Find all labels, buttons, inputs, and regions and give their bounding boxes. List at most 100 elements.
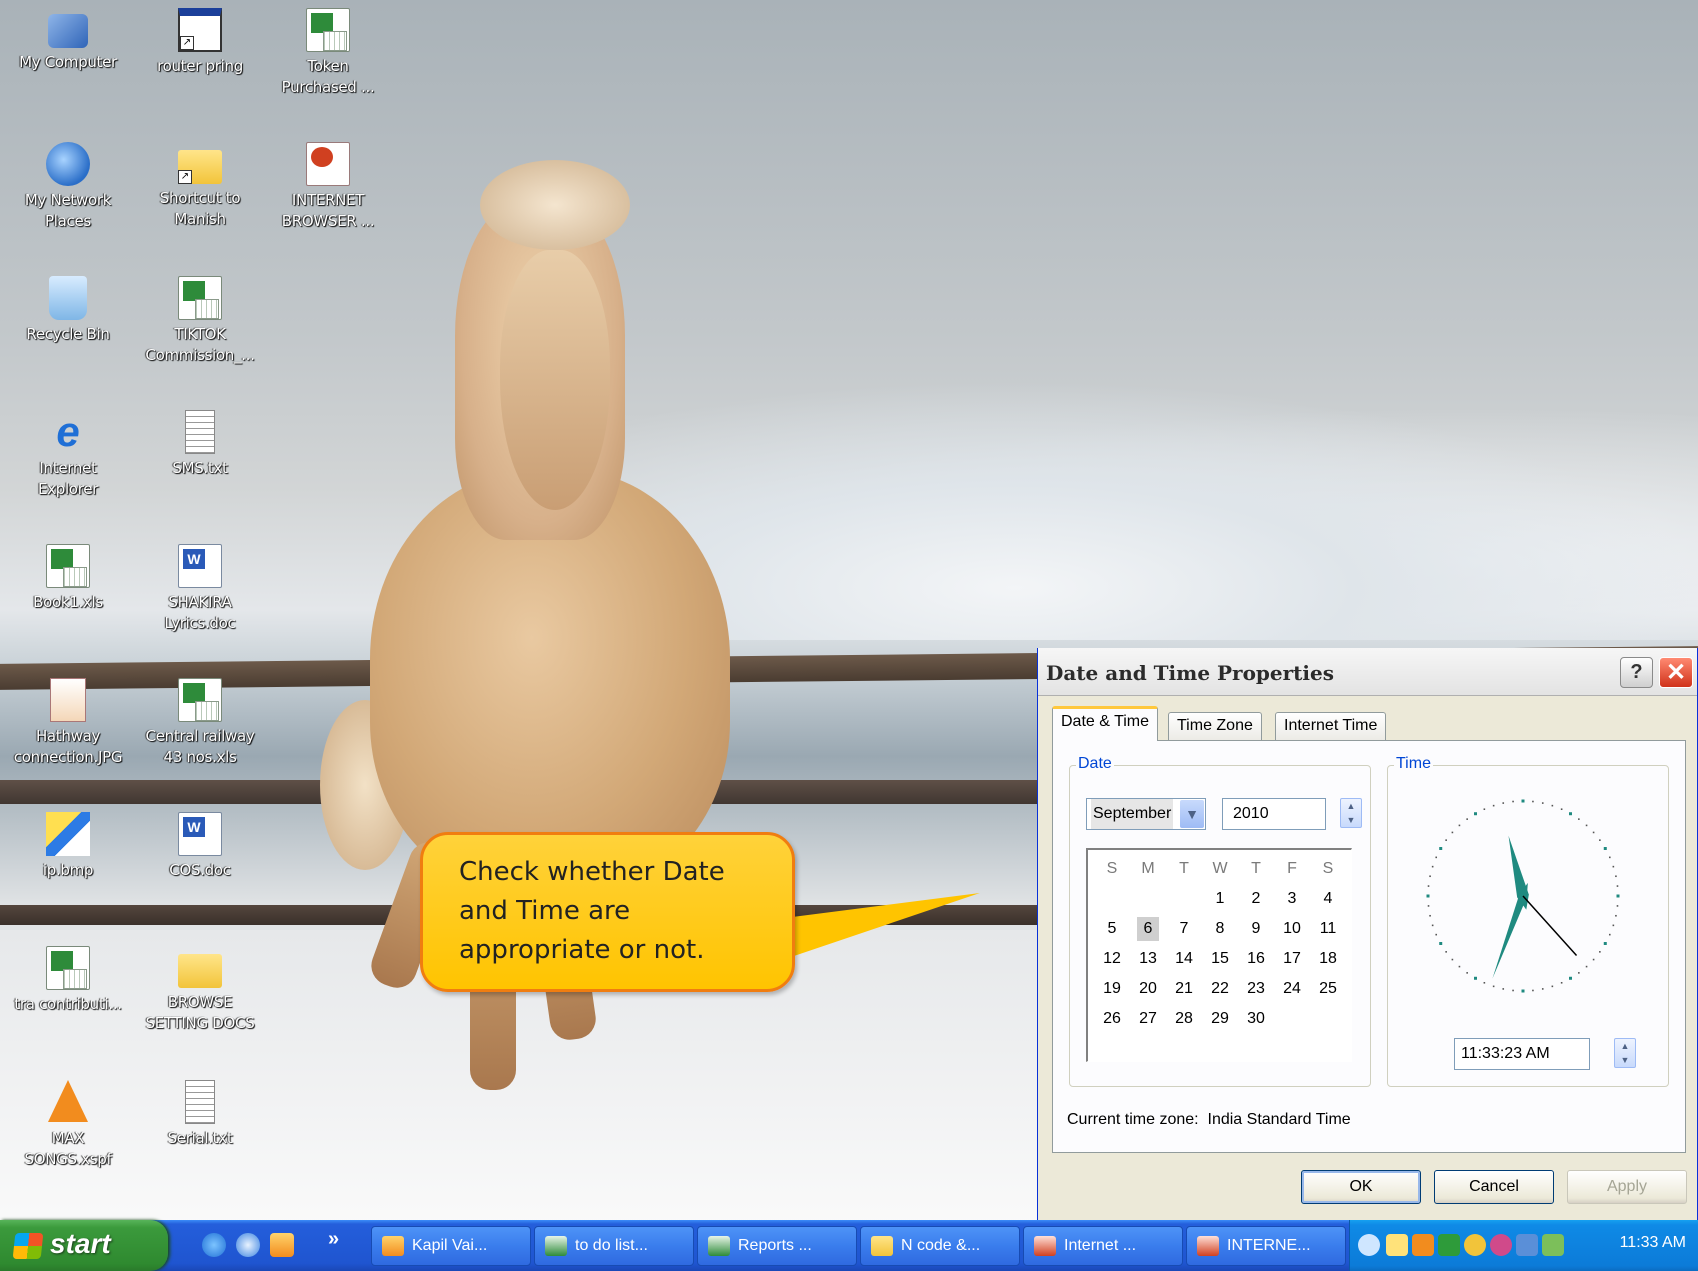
calendar-day[interactable]: 27 (1130, 1004, 1166, 1034)
desktop-icon-shortcut-to-manish[interactable]: ↗ Shortcut to Manish (140, 142, 260, 230)
taskbar-button[interactable]: N code &... (860, 1226, 1020, 1266)
taskbar-clock[interactable]: 11:33 AM (1620, 1234, 1686, 1252)
tray-network-icon[interactable] (1516, 1234, 1538, 1256)
taskbar-button[interactable]: Internet ... (1023, 1226, 1183, 1266)
time-field[interactable]: 11:33:23 AM (1454, 1038, 1590, 1070)
calendar-day[interactable]: 14 (1166, 944, 1202, 974)
apply-button[interactable]: Apply (1567, 1170, 1687, 1204)
calendar-day[interactable]: 22 (1202, 974, 1238, 1004)
time-spinner[interactable]: ▲ ▼ (1614, 1038, 1636, 1068)
desktop-icon-shakira-lyrics[interactable]: SHAKIRA Lyrics.doc (140, 544, 260, 634)
taskbar-button[interactable]: Reports ... (697, 1226, 857, 1266)
calendar-day[interactable]: 15 (1202, 944, 1238, 974)
taskbar-button[interactable]: INTERNE... (1186, 1226, 1346, 1266)
folder-shortcut-icon: ↗ (178, 150, 222, 184)
cancel-button[interactable]: Cancel (1434, 1170, 1554, 1204)
desktop-icon-ip-bmp[interactable]: ip.bmp (8, 812, 128, 881)
calendar-day[interactable]: 19 (1094, 974, 1130, 1004)
desktop-icon-central-railway[interactable]: Central railway 43 nos.xls (140, 678, 260, 768)
calendar-day[interactable]: 25 (1310, 974, 1346, 1004)
ok-button[interactable]: OK (1301, 1170, 1421, 1204)
desktop-icon-cos-doc[interactable]: COS.doc (140, 812, 260, 881)
calendar-day[interactable]: 29 (1202, 1004, 1238, 1034)
desktop-icon-token-purchased[interactable]: Token Purchased ... (268, 8, 388, 98)
clock-minute-mark (1435, 933, 1438, 936)
quicklaunch-internet-explorer-icon[interactable] (202, 1233, 226, 1257)
calendar-day[interactable]: 6 (1130, 914, 1166, 944)
calendar-day[interactable]: 2 (1238, 884, 1274, 914)
desktop-icon-label: COS.doc (169, 861, 231, 879)
quicklaunch-more-chevron[interactable]: » (328, 1228, 339, 1251)
desktop-icon-my-computer[interactable]: My Computer (8, 8, 128, 73)
spin-up-icon[interactable]: ▲ (1341, 799, 1361, 813)
calendar-day[interactable]: 28 (1166, 1004, 1202, 1034)
desktop-icon-tra-contribution[interactable]: tra contributi... (8, 946, 128, 1015)
year-field[interactable]: 2010 (1222, 798, 1326, 830)
tray-mail-icon[interactable] (1386, 1234, 1408, 1256)
help-button[interactable]: ? (1620, 657, 1653, 688)
desktop-icon-max-songs[interactable]: MAX SONGS.xspf (8, 1080, 128, 1170)
calendar-day[interactable]: 11 (1310, 914, 1346, 944)
calendar-selected-day[interactable]: 6 (1137, 917, 1159, 941)
calendar-day[interactable]: 30 (1238, 1004, 1274, 1034)
quicklaunch-outlook-icon[interactable] (270, 1233, 294, 1257)
calendar-day[interactable]: 4 (1310, 884, 1346, 914)
year-spinner[interactable]: ▲ ▼ (1340, 798, 1362, 828)
tray-security-shield-icon[interactable] (1464, 1234, 1486, 1256)
tray-connection-icon[interactable] (1542, 1234, 1564, 1256)
clock-minute-mark (1427, 905, 1430, 907)
calendar-day[interactable]: 24 (1274, 974, 1310, 1004)
calendar-day[interactable]: 13 (1130, 944, 1166, 974)
desktop-icon-tiktok-commission[interactable]: TIKTOK Commission_... (140, 276, 260, 366)
calendar-day[interactable]: 16 (1238, 944, 1274, 974)
calendar-day[interactable]: 20 (1130, 974, 1166, 1004)
chevron-down-icon[interactable]: ▼ (1180, 800, 1204, 828)
calendar-day[interactable]: 12 (1094, 944, 1130, 974)
desktop-icon-serial-txt[interactable]: Serial.txt (140, 1080, 260, 1149)
calendar-day[interactable]: 17 (1274, 944, 1310, 974)
calendar-day[interactable]: 7 (1166, 914, 1202, 944)
spin-down-icon[interactable]: ▼ (1615, 1053, 1635, 1067)
calendar-weekday-header: M (1141, 860, 1155, 877)
desktop-icon-internet-browser[interactable]: INTERNET BROWSER ... (268, 142, 388, 232)
desktop-icon-label: Serial.txt (167, 1129, 233, 1147)
taskbar-button[interactable]: to do list... (534, 1226, 694, 1266)
calendar-day[interactable]: 9 (1238, 914, 1274, 944)
tab-date-time[interactable]: Date & Time (1052, 706, 1159, 741)
desktop-icon-router-pring[interactable]: ↗ router pring (140, 8, 260, 77)
month-calendar[interactable]: S M T W T F S 1 2 3 4 5 6 7 8 9 10 11 12 13 14 15 16 17 18 19 20 21… (1086, 848, 1352, 1062)
desktop-icon-browse-setting-docs[interactable]: BROWSE SETTING DOCS (140, 946, 260, 1034)
spin-up-icon[interactable]: ▲ (1615, 1039, 1635, 1053)
desktop-icon-label: Recycle Bin (26, 325, 110, 343)
taskbar-button[interactable]: Kapil Vai... (371, 1226, 531, 1266)
close-button[interactable]: ✕ (1659, 657, 1693, 688)
calendar-day[interactable]: 1 (1202, 884, 1238, 914)
calendar-day[interactable]: 23 (1238, 974, 1274, 1004)
tray-outlook-icon[interactable] (1412, 1234, 1434, 1256)
month-dropdown[interactable]: September ▼ (1086, 798, 1206, 830)
calendar-day[interactable]: 5 (1094, 914, 1130, 944)
tab-internet-time[interactable]: Internet Time (1275, 712, 1387, 740)
spin-down-icon[interactable]: ▼ (1341, 813, 1361, 827)
calendar-day[interactable]: 26 (1094, 1004, 1130, 1034)
calendar-weekday-header: T (1179, 860, 1189, 877)
tray-antivirus-icon[interactable] (1490, 1234, 1512, 1256)
desktop-icon-sms-txt[interactable]: SMS.txt (140, 410, 260, 479)
calendar-day[interactable]: 18 (1310, 944, 1346, 974)
calendar-day[interactable]: 8 (1202, 914, 1238, 944)
desktop-icon-my-network-places[interactable]: My Network Places (8, 142, 128, 232)
desktop-icon-internet-explorer[interactable]: e Internet Explorer (8, 410, 128, 500)
tab-time-zone[interactable]: Time Zone (1168, 712, 1262, 740)
desktop-icon-recycle-bin[interactable]: Recycle Bin (8, 276, 128, 345)
calendar-day[interactable]: 21 (1166, 974, 1202, 1004)
tray-collapse-chevron-icon[interactable] (1358, 1234, 1380, 1256)
calendar-day[interactable]: 3 (1274, 884, 1310, 914)
tray-update-icon[interactable] (1438, 1234, 1460, 1256)
clock-minute-mark (1451, 831, 1454, 834)
desktop-icon-hathway-connection[interactable]: Hathway connection.JPG (8, 678, 128, 768)
quicklaunch-media-player-icon[interactable] (236, 1233, 260, 1257)
desktop-icon-book1-xls[interactable]: Book1.xls (8, 544, 128, 613)
calendar-day[interactable]: 10 (1274, 914, 1310, 944)
dialog-title-bar[interactable]: Date and Time Properties ? ✕ (1038, 648, 1697, 696)
start-button[interactable]: start (0, 1220, 168, 1271)
